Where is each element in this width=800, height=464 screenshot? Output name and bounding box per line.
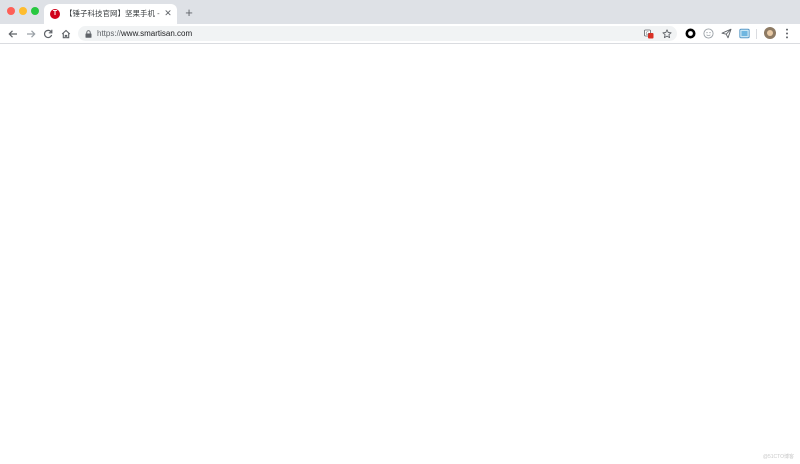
url-host: www.smartisan.com (121, 29, 193, 38)
back-button[interactable] (6, 27, 19, 40)
home-button[interactable] (59, 27, 72, 40)
tab-close-icon[interactable]: ✕ (163, 8, 173, 18)
forward-button[interactable] (24, 27, 37, 40)
svg-text:G: G (645, 30, 649, 36)
address-bar[interactable]: https://www.smartisan.com G (78, 26, 677, 41)
black-circle-extension-icon[interactable] (684, 27, 696, 39)
arrow-left-icon (7, 29, 17, 38)
new-tab-button[interactable]: + (183, 6, 195, 19)
reload-button[interactable] (41, 27, 54, 40)
translate-icon[interactable]: G (643, 28, 654, 39)
watermark-text: @51CTO博客 (762, 454, 794, 460)
smiley-extension-icon[interactable] (702, 27, 714, 39)
smartisan-favicon-icon: T (50, 9, 60, 19)
browser-window: T 【锤子科技官网】坚果手机 - 坚 ✕ + https://www.smart… (0, 0, 800, 464)
lock-icon[interactable] (84, 29, 92, 38)
bookmark-star-icon[interactable] (661, 28, 672, 39)
reload-icon (43, 29, 52, 38)
url-text[interactable]: https://www.smartisan.com (97, 28, 192, 39)
toolbar-divider (756, 29, 757, 39)
tab-smartisan[interactable]: T 【锤子科技官网】坚果手机 - 坚 ✕ (44, 4, 177, 24)
paper-plane-extension-icon[interactable] (720, 27, 732, 39)
window-maximize-button[interactable] (31, 7, 39, 15)
home-icon (61, 29, 70, 38)
avatar[interactable] (764, 27, 776, 39)
tab-strip: T 【锤子科技官网】坚果手机 - 坚 ✕ + (0, 0, 800, 24)
screenshot-extension-icon[interactable] (738, 27, 750, 39)
window-minimize-button[interactable] (19, 7, 27, 15)
url-scheme: https:// (97, 29, 122, 38)
page-content: @51CTO博客 (0, 44, 800, 464)
tab-title: 【锤子科技官网】坚果手机 - 坚 (65, 9, 160, 18)
toolbar: https://www.smartisan.com G (0, 24, 800, 44)
three-dots-vertical-icon[interactable] (782, 27, 792, 40)
avatar-face (767, 30, 773, 36)
window-close-button[interactable] (7, 7, 15, 15)
arrow-right-icon (26, 29, 36, 38)
